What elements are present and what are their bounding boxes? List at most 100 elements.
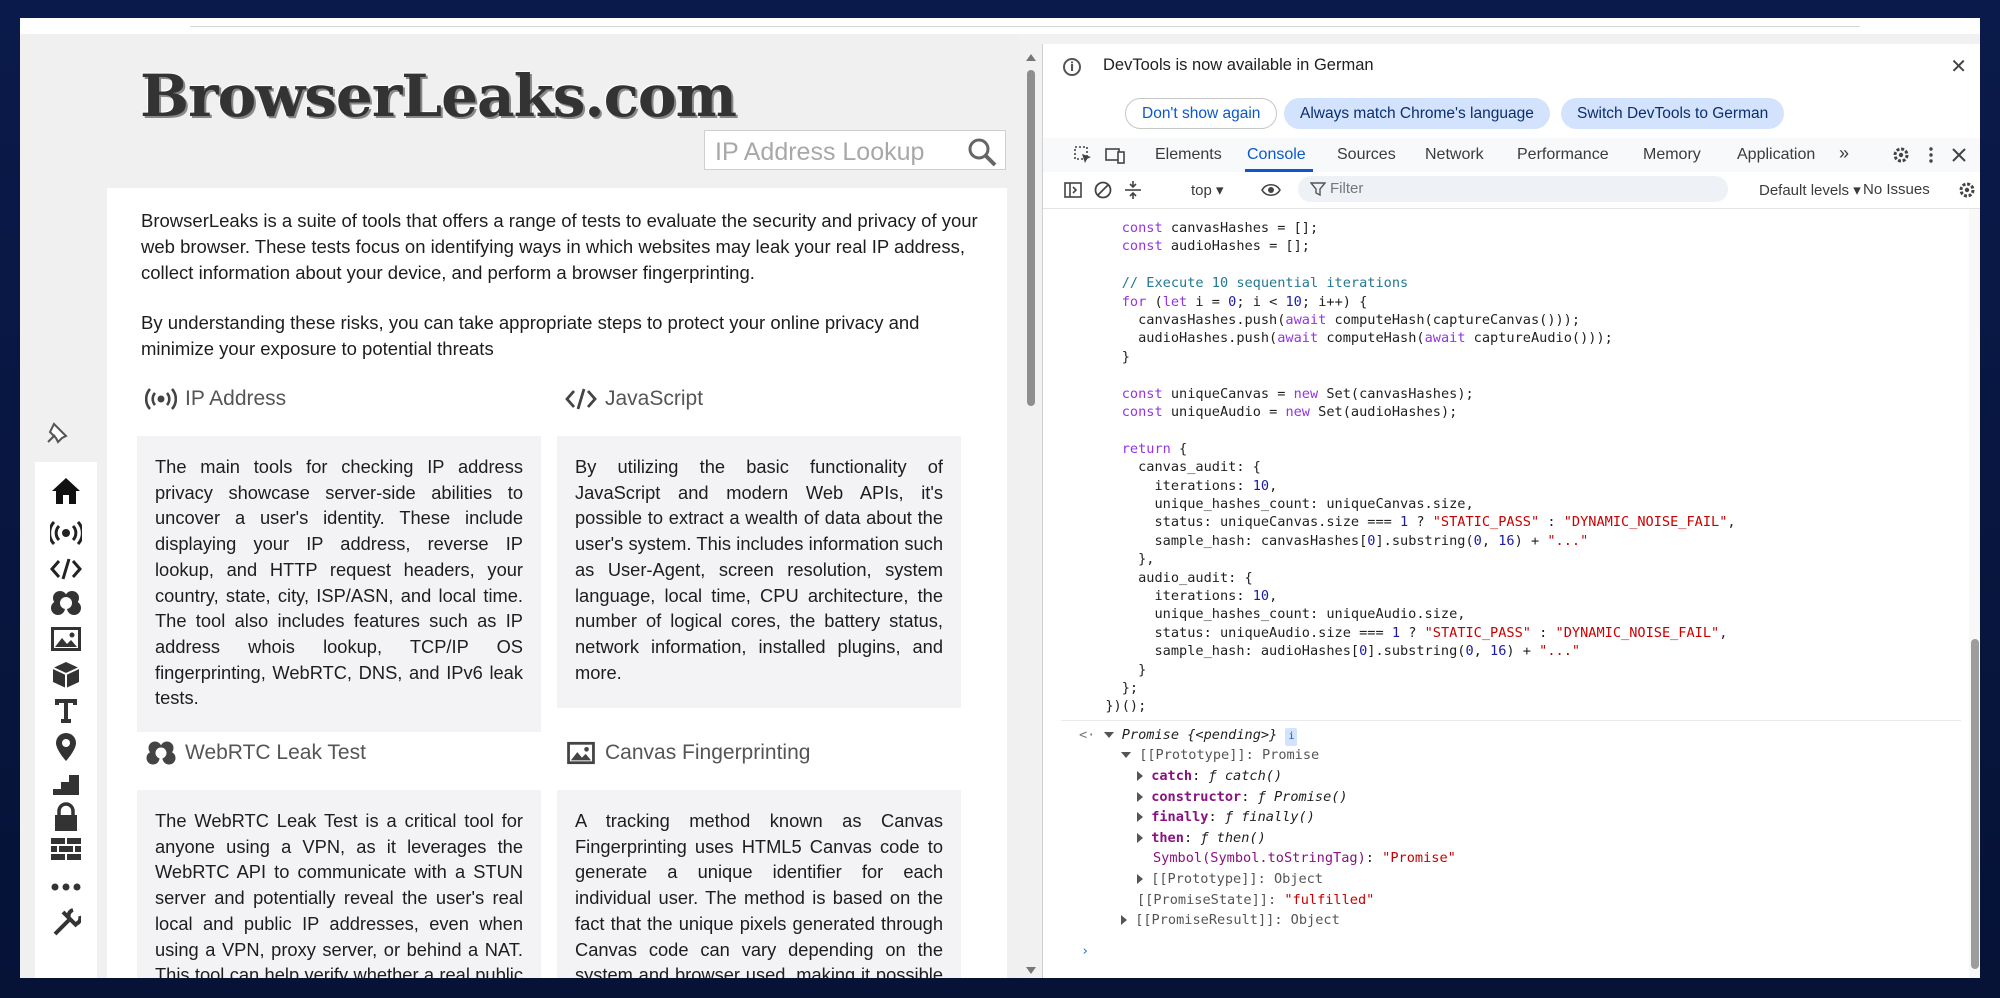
console-code-line: canvasHashes.push(await computeHash(capt… [1089,312,1581,328]
console-scrollbar[interactable] [1969,209,1980,978]
promise-state-row: [[PromiseState]]: "fulfilled" [1137,891,1375,908]
filter-placeholder: Filter [1330,180,1364,197]
dont-show-again-button[interactable]: Don't show again [1125,98,1278,129]
page-scrollbar[interactable] [1025,48,1037,978]
more-icon[interactable] [49,872,83,902]
tab-performance[interactable]: Performance [1517,146,1609,164]
switch-to-german-button[interactable]: Switch DevTools to German [1561,98,1785,129]
console-separator [1061,719,1961,721]
scroll-thumb[interactable] [1027,70,1035,406]
console-scroll-thumb[interactable] [1971,639,1979,969]
context-selector[interactable]: top ▾ [1191,181,1224,199]
card-title-ip-address[interactable]: IP Address [145,386,286,412]
always-match-language-button[interactable]: Always match Chrome's language [1284,98,1550,129]
console-code-line: sample_hash: audioHashes[0].substring(0,… [1089,643,1581,660]
collapse-groups-icon[interactable] [1123,180,1143,200]
prototype-row[interactable]: [[Prototype]]: Promise [1121,746,1319,764]
log-levels-dropdown[interactable]: Default levels ▾ [1759,181,1861,199]
broadcast-icon[interactable] [49,518,83,548]
console-code-line: status: uniqueAudio.size === 1 ? "STATIC… [1089,624,1728,641]
card-javascript: By utilizing the basic functionality of … [557,436,961,708]
code-icon [565,386,597,412]
notice-message: DevTools is now available in German [1103,56,1374,74]
tab-application[interactable]: Application [1737,146,1815,164]
webpage: BrowserLeaks.com IP Address Lookup Brows… [20,34,1020,978]
console-code-line: }; [1089,680,1139,696]
location-icon[interactable] [49,732,83,762]
promise-result-object-row[interactable]: [[PromiseResult]]: Object [1121,911,1340,929]
search-icon[interactable] [967,137,997,167]
intro-paragraph-2: By understanding these risks, you can ta… [141,312,920,359]
tools-icon[interactable] [49,908,83,938]
scroll-up-arrow[interactable] [1026,54,1036,61]
promise-result-row[interactable]: <· Promise {<pending>} i [1079,726,1298,746]
device-toolbar-icon[interactable] [1105,145,1125,165]
console-code-line: for (let i = 0; i < 10; i++) { [1121,293,1368,310]
symbol-tag-row: Symbol(Symbol.toStringTag): "Promise" [1153,850,1456,867]
tab-memory[interactable]: Memory [1643,146,1701,164]
scroll-down-arrow[interactable] [1026,967,1036,974]
card-title-label: Canvas Fingerprinting [605,741,811,764]
browser-top-strip [20,18,1980,34]
intro-paragraph-1: BrowserLeaks is a suite of tools that of… [141,210,978,283]
tab-elements[interactable]: Elements [1155,146,1222,164]
ip-lookup-search[interactable] [704,130,1006,170]
firewall-icon[interactable] [49,836,83,866]
card-title-label: JavaScript [605,387,704,410]
image-icon [565,740,597,766]
language-notice: i DevTools is now available in German ✕ … [1043,44,1980,136]
console-settings-icon[interactable] [1957,180,1977,200]
text-icon[interactable] [49,696,83,726]
card-webrtc: The WebRTC Leak Test is a critical tool … [137,790,541,978]
card-canvas: A tracking method known as Canvas Finger… [557,790,961,978]
webrtc-icon[interactable] [49,588,83,618]
console-code-line: iterations: 10, [1089,588,1278,604]
prototype-member-row[interactable]: finally: ƒ finally() [1137,808,1315,826]
console-code-line: unique_hashes_count: uniqueCanvas.size, [1089,496,1474,512]
card-title-webrtc[interactable]: WebRTC Leak Test [145,740,366,766]
prototype-member-row[interactable]: catch: ƒ catch() [1137,767,1282,785]
console-code-line: canvas_audit: { [1089,459,1261,476]
screen: BrowserLeaks.com IP Address Lookup Brows… [20,18,1980,978]
close-devtools-icon[interactable] [1949,145,1969,165]
image-icon[interactable] [49,624,83,654]
prototype-member-row[interactable]: constructor: ƒ Promise() [1137,788,1348,806]
console-code-line: })(); [1089,698,1147,715]
sidebar-toggle-icon[interactable] [1063,180,1083,200]
pin-icon[interactable] [40,416,74,450]
settings-gear-icon[interactable] [1891,145,1911,165]
console-prompt[interactable]: › [1081,942,1089,960]
tab-sources[interactable]: Sources [1337,146,1396,164]
kebab-menu-icon[interactable] [1921,145,1941,165]
inspect-element-icon[interactable] [1073,145,1093,165]
lock-icon[interactable] [49,802,83,832]
card-title-javascript[interactable]: JavaScript [565,386,703,412]
console-code-line: // Execute 10 sequential iterations [1089,275,1409,292]
stairs-icon[interactable] [49,768,83,798]
clear-console-icon[interactable] [1093,180,1113,200]
console-output: const canvasHashes = []; const audioHash… [1043,209,1980,978]
prototype-member-row[interactable]: then: ƒ then() [1137,829,1266,847]
console-code-line: status: uniqueCanvas.size === 1 ? "STATI… [1089,514,1736,531]
search-input[interactable] [713,137,957,168]
tab-console[interactable]: Console [1247,146,1306,164]
card-title-canvas[interactable]: Canvas Fingerprinting [565,740,810,766]
more-tabs-icon[interactable]: » [1839,143,1849,164]
home-icon[interactable] [49,476,83,506]
tab-network[interactable]: Network [1425,146,1484,164]
cube-icon[interactable] [49,660,83,690]
console-code-line: unique_hashes_count: uniqueAudio.size, [1089,606,1466,623]
code-icon[interactable] [49,554,83,584]
inner-prototype-row[interactable]: [[Prototype]]: Object [1137,870,1323,888]
card-title-label: IP Address [185,387,287,410]
console-code-line: const uniqueCanvas = new Set(canvasHashe… [1121,385,1474,402]
console-filter[interactable]: Filter [1298,176,1728,202]
close-icon[interactable]: ✕ [1950,54,1967,79]
site-logo[interactable]: BrowserLeaks.com [140,56,737,146]
console-code-line: return { [1121,440,1188,457]
console-code-line: iterations: 10, [1089,477,1278,494]
live-expression-eye-icon[interactable] [1261,180,1281,200]
issues-indicator[interactable]: No Issues [1863,181,1930,198]
console-code-line: audio_audit: { [1089,569,1253,586]
console-code-line: sample_hash: canvasHashes[0].substring(0… [1089,532,1589,549]
